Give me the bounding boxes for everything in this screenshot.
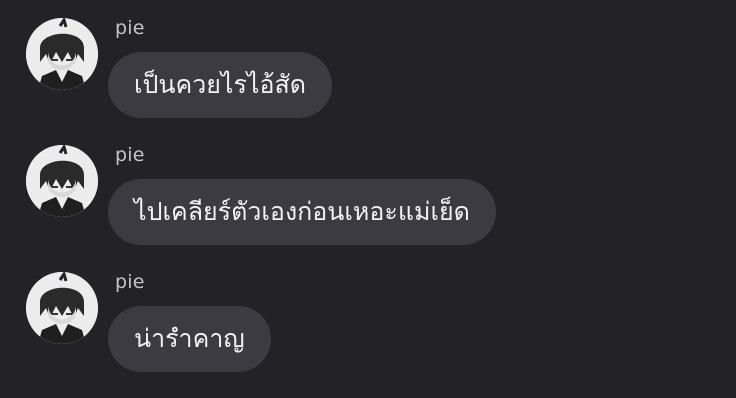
- sender-name: pie: [115, 271, 145, 293]
- message-group: pie ไปเคลียร์ตัวเองก่อนเหอะแม่เย็ด: [0, 141, 736, 245]
- message-group: pie เป็นควยไรไอ้สัด: [0, 14, 736, 118]
- message-bubble[interactable]: เป็นควยไรไอ้สัด: [108, 52, 332, 118]
- message-group: pie น่ารำคาญ: [0, 268, 736, 372]
- sender-name: pie: [115, 144, 145, 166]
- user-avatar-icon[interactable]: [26, 272, 98, 344]
- chat-thread: pie เป็นควยไรไอ้สัด pie ไปเคลียร์ตัวเองก…: [0, 0, 736, 398]
- user-avatar-icon[interactable]: [26, 145, 98, 217]
- message-bubble[interactable]: น่ารำคาญ: [108, 306, 271, 372]
- user-avatar-icon[interactable]: [26, 18, 98, 90]
- sender-name: pie: [115, 17, 145, 39]
- message-bubble[interactable]: ไปเคลียร์ตัวเองก่อนเหอะแม่เย็ด: [108, 179, 496, 245]
